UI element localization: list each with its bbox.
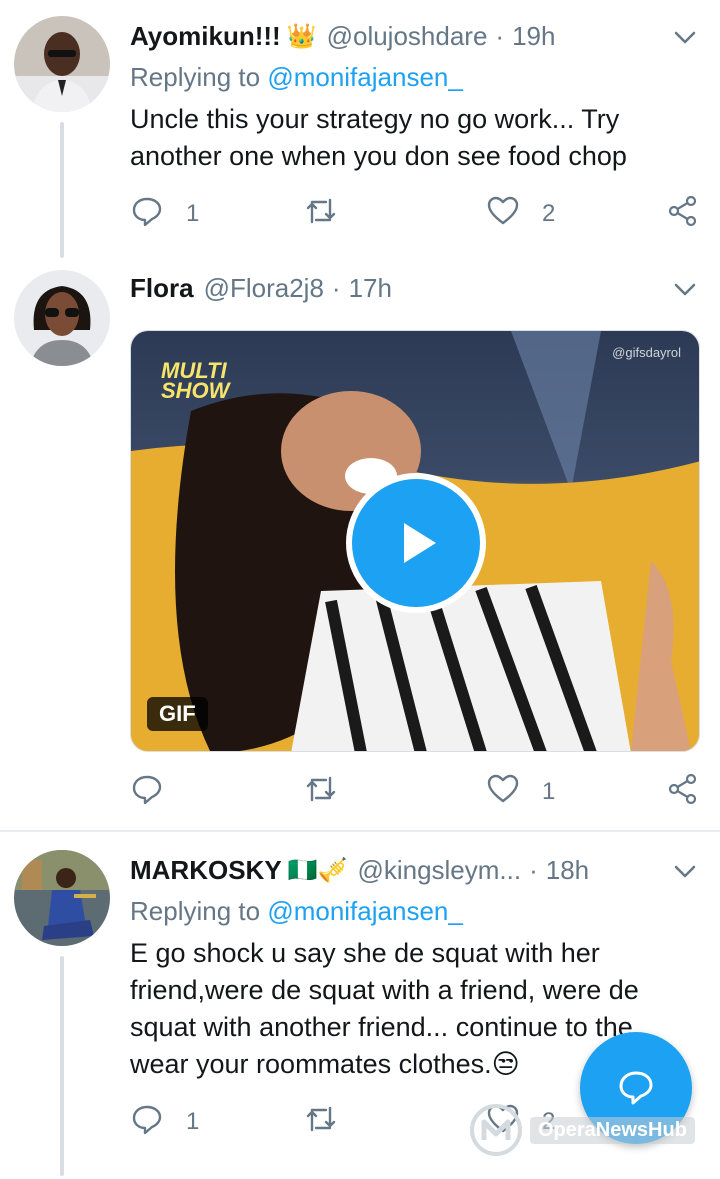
replying-mention[interactable]: @monifajansen_	[267, 62, 463, 92]
timestamp[interactable]: 17h	[349, 273, 392, 304]
timestamp[interactable]: 19h	[512, 21, 555, 52]
share-icon	[666, 772, 700, 813]
like-icon	[486, 772, 520, 813]
gif-media[interactable]: MULTI SHOW @gifsdayrol GIF	[130, 330, 700, 752]
tweet-header: MARKOSKY 🇳🇬🎺 @kingsleym... · 18h	[130, 850, 700, 890]
watermark-text: OperaNewsHub	[530, 1116, 695, 1144]
caret-down-icon[interactable]	[670, 856, 700, 886]
tweet-actions: 1 2	[130, 194, 700, 234]
caret-down-icon[interactable]	[670, 274, 700, 304]
separator-dot: ·	[529, 854, 538, 885]
retweet-icon	[304, 1102, 338, 1143]
retweet-button[interactable]	[304, 1102, 360, 1142]
show-logo: MULTI SHOW	[161, 358, 230, 403]
reply-button[interactable]: 1	[130, 194, 199, 234]
user-handle[interactable]: @kingsleym...	[357, 855, 521, 886]
reply-count: 1	[186, 200, 200, 227]
share-button[interactable]	[666, 772, 700, 812]
separator-dot: ·	[495, 20, 505, 51]
flag-trumpet-emoji: 🇳🇬🎺	[287, 856, 348, 884]
reply-icon	[130, 194, 164, 235]
caret-down-icon[interactable]	[670, 22, 700, 52]
avatar[interactable]	[14, 850, 110, 946]
gif-credit: @gifsdayrol	[612, 345, 681, 360]
like-button[interactable]: 1	[486, 772, 555, 812]
replying-to: Replying to @monifajansen_	[130, 62, 463, 93]
tweet[interactable]: Flora @Flora2j8 · 17h MULTI SHOW @gifsda…	[0, 262, 720, 830]
user-handle[interactable]: @Flora2j8	[204, 273, 324, 304]
separator-dot: ·	[331, 272, 341, 303]
watermark-logo-icon	[470, 1104, 522, 1156]
reply-button[interactable]	[130, 772, 186, 812]
replying-mention[interactable]: @monifajansen_	[267, 896, 463, 926]
play-icon	[404, 523, 436, 563]
reply-button[interactable]: 1	[130, 1102, 199, 1142]
replying-prefix: Replying to	[130, 62, 261, 92]
tweet-actions: 1	[130, 772, 700, 812]
like-button[interactable]: 2	[486, 194, 555, 234]
play-button[interactable]	[346, 473, 486, 613]
retweet-button[interactable]	[304, 194, 360, 234]
share-icon	[666, 194, 700, 235]
retweet-button[interactable]	[304, 772, 360, 812]
thread-line	[60, 122, 64, 258]
user-handle[interactable]: @olujoshdare	[327, 21, 488, 52]
crown-emoji: 👑	[286, 22, 317, 50]
retweet-icon	[304, 194, 338, 235]
display-name[interactable]: Flora	[130, 273, 194, 304]
tweet[interactable]: Ayomikun!!! 👑 @olujoshdare · 19h Replyin…	[0, 0, 720, 260]
retweet-icon	[304, 772, 338, 813]
thread-line	[60, 956, 64, 1176]
reply-icon	[130, 772, 164, 813]
display-name[interactable]: Ayomikun!!!	[130, 21, 281, 52]
replying-to: Replying to @monifajansen_	[130, 896, 463, 927]
replying-prefix: Replying to	[130, 896, 261, 926]
tweet-header: Ayomikun!!! 👑 @olujoshdare · 19h	[130, 16, 700, 56]
display-name[interactable]: MARKOSKY	[130, 855, 282, 886]
like-count: 1	[542, 778, 556, 805]
tweet-text: Uncle this your strategy no go work... T…	[130, 104, 627, 171]
reply-icon	[130, 1102, 164, 1143]
reply-count: 1	[186, 1108, 200, 1135]
avatar[interactable]	[14, 270, 110, 366]
like-count: 2	[542, 200, 556, 227]
gif-badge: GIF	[147, 697, 208, 731]
like-icon	[486, 194, 520, 235]
watermark: OperaNewsHub	[466, 1100, 695, 1160]
tweet-header: Flora @Flora2j8 · 17h	[130, 268, 700, 308]
timestamp[interactable]: 18h	[546, 855, 589, 886]
share-button[interactable]	[666, 194, 700, 234]
avatar[interactable]	[14, 16, 110, 112]
